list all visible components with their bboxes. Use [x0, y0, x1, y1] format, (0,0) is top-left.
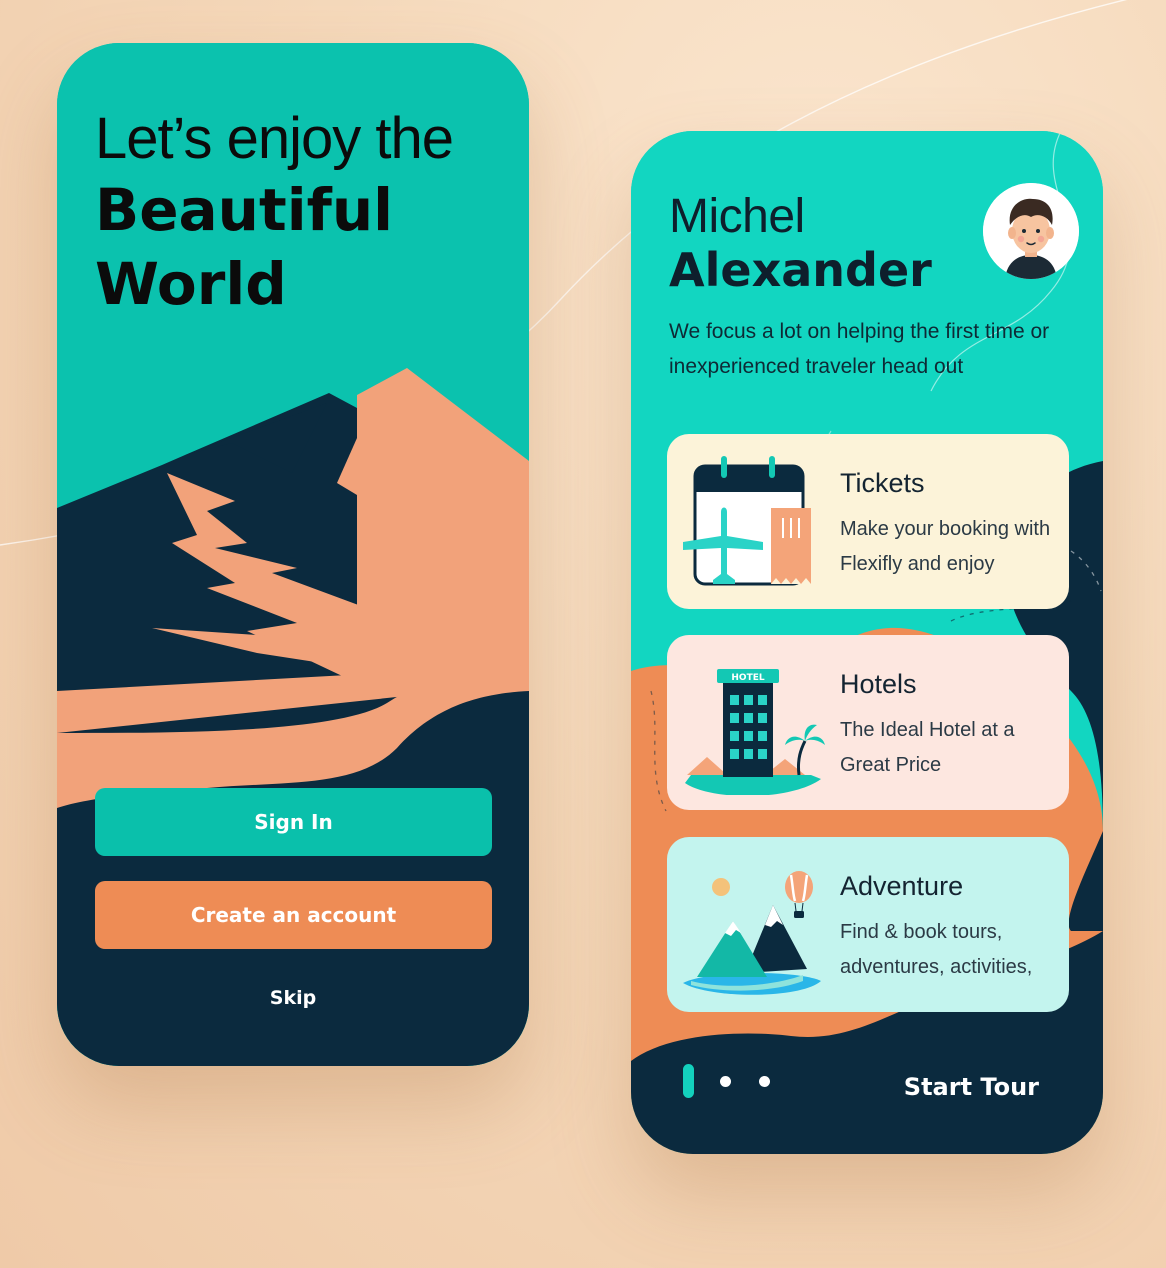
profile-description: We focus a lot on helping the first time… [669, 320, 1050, 378]
adventure-title: Adventure [840, 871, 964, 901]
pagination-dots [683, 1064, 793, 1098]
hotel-building-icon: HOTEL [685, 669, 825, 795]
mountain-balloon-icon [683, 871, 821, 995]
profile-screen: Michel Alexander We focus a lot on helpi… [631, 131, 1103, 1154]
avatar[interactable] [983, 183, 1079, 279]
profile-first-name: Michel [669, 190, 805, 243]
hotels-title: Hotels [840, 669, 917, 699]
avatar-icon [983, 183, 1079, 279]
skip-link[interactable]: Skip [57, 987, 529, 1009]
tickets-title: Tickets [840, 468, 925, 498]
hotels-card[interactable]: HOTEL Hotels The Ideal Hotel at a Great … [667, 635, 1069, 810]
calendar-plane-icon [683, 456, 811, 586]
headline-line-2: Beautiful [95, 176, 393, 244]
pagination-dot-active[interactable] [683, 1064, 694, 1098]
tickets-card[interactable]: Tickets Make your booking with Flexifly … [667, 434, 1069, 609]
adventure-description: Find & book tours, adventures, activitie… [840, 921, 1033, 978]
onboarding-screen: Let’s enjoy the Beautiful World Sign In … [57, 43, 529, 1066]
adventure-card[interactable]: Adventure Find & book tours, adventures,… [667, 837, 1069, 1012]
hotels-description: The Ideal Hotel at a Great Price [840, 719, 1015, 776]
create-account-button[interactable]: Create an account [95, 881, 492, 949]
pagination-dot-2[interactable] [720, 1076, 731, 1087]
headline-line-1: Let’s enjoy the [95, 106, 454, 171]
onboarding-headline: Let’s enjoy the Beautiful World [95, 105, 454, 321]
profile-last-name: Alexander [669, 243, 932, 297]
pagination-dot-3[interactable] [759, 1076, 770, 1087]
hotel-sign-text: HOTEL [731, 673, 764, 683]
start-tour-button[interactable]: Start Tour [904, 1073, 1039, 1101]
tickets-description: Make your booking with Flexifly and enjo… [840, 518, 1051, 575]
headline-line-3: World [95, 250, 287, 318]
sign-in-button[interactable]: Sign In [95, 788, 492, 856]
